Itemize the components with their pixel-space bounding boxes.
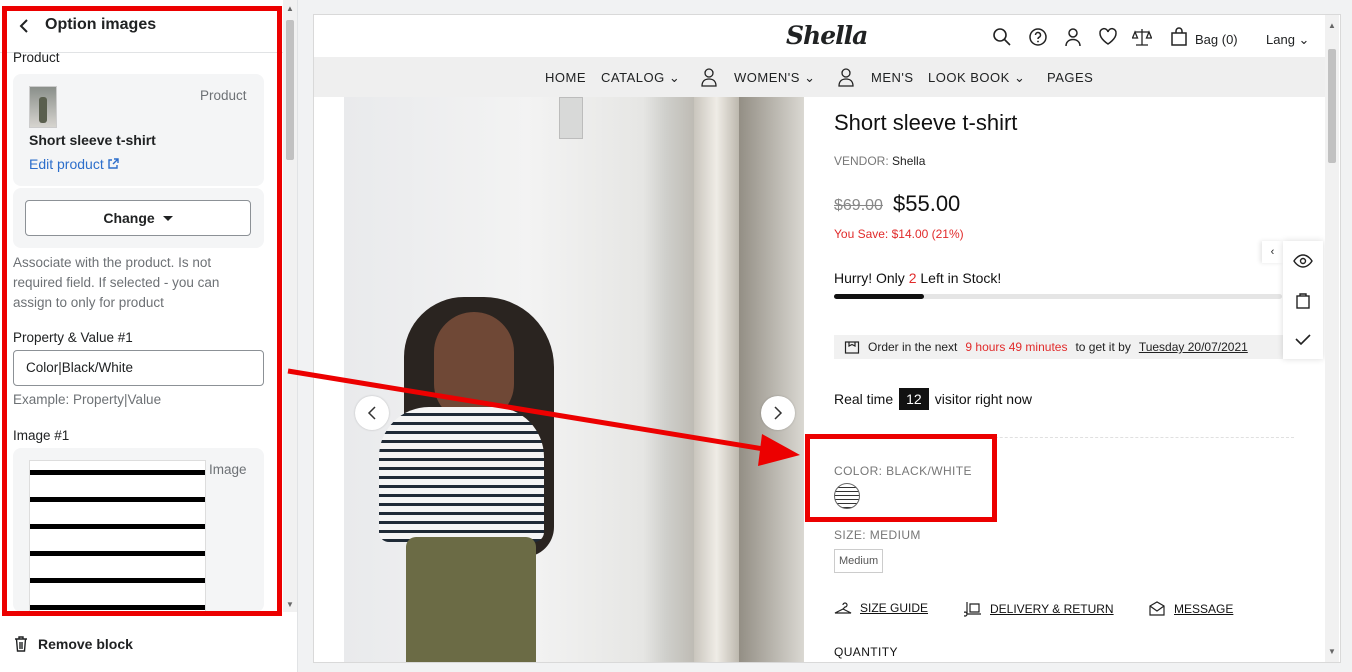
- hanger-icon: [834, 602, 852, 614]
- window-frame: [694, 97, 739, 662]
- nav-womens-label: WOMEN'S: [734, 70, 800, 85]
- chevron-down-icon: ⌄: [1013, 70, 1026, 85]
- visitor-count: 12: [899, 388, 929, 410]
- chevron-left-icon: ‹: [1270, 246, 1275, 258]
- size-option-medium[interactable]: Medium: [834, 549, 884, 573]
- search-icon[interactable]: [992, 27, 1012, 47]
- language-selector[interactable]: Lang ⌄: [1266, 32, 1309, 48]
- realtime-visitors: Real time 12 visitor right now: [834, 388, 1032, 410]
- vendor: VENDOR: Shella: [834, 154, 925, 168]
- quantity-label: QUANTITY: [834, 645, 898, 659]
- delivery-icon: [964, 602, 981, 617]
- chevron-left-icon: [367, 406, 376, 420]
- compare-scale-icon[interactable]: [1132, 27, 1152, 47]
- help-icon[interactable]: [1028, 27, 1048, 47]
- size-guide-label: SIZE GUIDE: [860, 601, 929, 615]
- scroll-down-icon[interactable]: ▼: [286, 600, 294, 609]
- realtime-post: visitor right now: [934, 391, 1032, 407]
- model-shirt: [379, 407, 544, 542]
- order-date: Tuesday 20/07/2021: [1138, 340, 1248, 354]
- nav-pages[interactable]: PAGES: [1047, 70, 1093, 85]
- chevron-down-icon: ⌄: [668, 70, 681, 85]
- men-avatar-icon: [838, 68, 854, 87]
- sidebar-scroll-thumb[interactable]: [286, 20, 294, 160]
- size-value: MEDIUM: [869, 528, 921, 542]
- hurry-pre: Hurry! Only: [834, 270, 905, 286]
- price: $55.00: [893, 191, 961, 216]
- order-pre: Order in the next: [868, 340, 958, 354]
- eye-icon[interactable]: [1293, 251, 1313, 271]
- storefront-preview: Shella Bag (0) Lang ⌄ HOME CATALOG ⌄ WOM…: [313, 14, 1341, 663]
- checkmark-icon[interactable]: [1293, 329, 1313, 349]
- scroll-up-icon[interactable]: ▲: [1328, 21, 1336, 30]
- heart-icon[interactable]: [1098, 27, 1118, 47]
- nav-catalog-label: CATALOG: [601, 70, 665, 85]
- realtime-pre: Real time: [834, 391, 894, 407]
- delivery-countdown: Order in the next 9 hours 49 minutes to …: [834, 335, 1294, 359]
- nav-home[interactable]: HOME: [545, 70, 586, 85]
- model-pants: [406, 537, 536, 662]
- tools-collapse-tab[interactable]: ‹: [1262, 241, 1283, 263]
- envelope-icon: [1149, 601, 1165, 616]
- account-icon[interactable]: [1063, 27, 1083, 47]
- stock-count: 2: [908, 270, 917, 286]
- vendor-name[interactable]: Shella: [892, 154, 925, 168]
- chevron-right-icon: [774, 406, 783, 420]
- remove-block-button[interactable]: Remove block: [14, 636, 133, 652]
- nav-catalog[interactable]: CATALOG ⌄: [601, 70, 680, 86]
- bag-count[interactable]: Bag (0): [1195, 32, 1238, 47]
- message-label: MESSAGE: [1174, 602, 1234, 616]
- chevron-down-icon: ⌄: [804, 70, 816, 85]
- size-option-label: SIZE: MEDIUM: [834, 528, 921, 542]
- bag-icon[interactable]: [1169, 27, 1189, 47]
- women-avatar-icon: [701, 68, 717, 87]
- scroll-up-icon[interactable]: ▲: [286, 4, 294, 13]
- lang-label: Lang: [1266, 32, 1295, 47]
- highlight-box-color-option: [805, 434, 997, 522]
- nav-mens[interactable]: MEN'S: [871, 70, 914, 85]
- carousel-next-button[interactable]: [761, 396, 795, 430]
- nav-lookbook[interactable]: LOOK BOOK ⌄: [928, 70, 1025, 86]
- compare-price: $69.00: [834, 197, 883, 214]
- order-time: 9 hours 49 minutes: [965, 340, 1068, 354]
- package-icon: [844, 341, 860, 354]
- trash-icon: [15, 636, 27, 652]
- delivery-return-label: DELIVERY & RETURN: [990, 602, 1114, 616]
- preview-scroll-thumb[interactable]: [1328, 49, 1336, 163]
- chevron-down-icon: ⌄: [1298, 32, 1310, 47]
- main-navigation: HOME CATALOG ⌄ WOMEN'S ⌄ MEN'S LOOK BOOK…: [314, 57, 1325, 97]
- carousel-prev-button[interactable]: [355, 396, 389, 430]
- nav-lookbook-label: LOOK BOOK: [928, 70, 1010, 85]
- order-mid: to get it by: [1075, 340, 1131, 354]
- stock-progress-fill: [834, 294, 924, 299]
- vendor-label: VENDOR:: [834, 154, 889, 168]
- highlight-box-sidebar: [2, 6, 282, 616]
- savings: You Save: $14.00 (21%): [834, 227, 964, 241]
- product-photo[interactable]: [344, 97, 804, 662]
- stock-notice: Hurry! Only 2 Left in Stock!: [834, 270, 1001, 286]
- size-guide-link[interactable]: SIZE GUIDE: [834, 601, 928, 615]
- bag-icon[interactable]: [1293, 290, 1313, 310]
- floating-toolbar: [1283, 241, 1323, 359]
- nav-womens[interactable]: WOMEN'S ⌄: [734, 70, 815, 86]
- store-logo[interactable]: Shella: [786, 21, 868, 50]
- size-label: SIZE:: [834, 528, 867, 542]
- hurry-post: Left in Stock!: [920, 270, 1002, 286]
- scroll-down-icon[interactable]: ▼: [1328, 647, 1336, 656]
- pipe: [559, 97, 583, 139]
- stock-progress: [834, 294, 1282, 299]
- message-link[interactable]: MESSAGE: [1148, 601, 1233, 617]
- model-face: [434, 312, 514, 422]
- product-title: Short sleeve t-shirt: [834, 110, 1018, 135]
- delivery-return-link[interactable]: DELIVERY & RETURN: [964, 601, 1114, 617]
- remove-block-label: Remove block: [38, 636, 133, 652]
